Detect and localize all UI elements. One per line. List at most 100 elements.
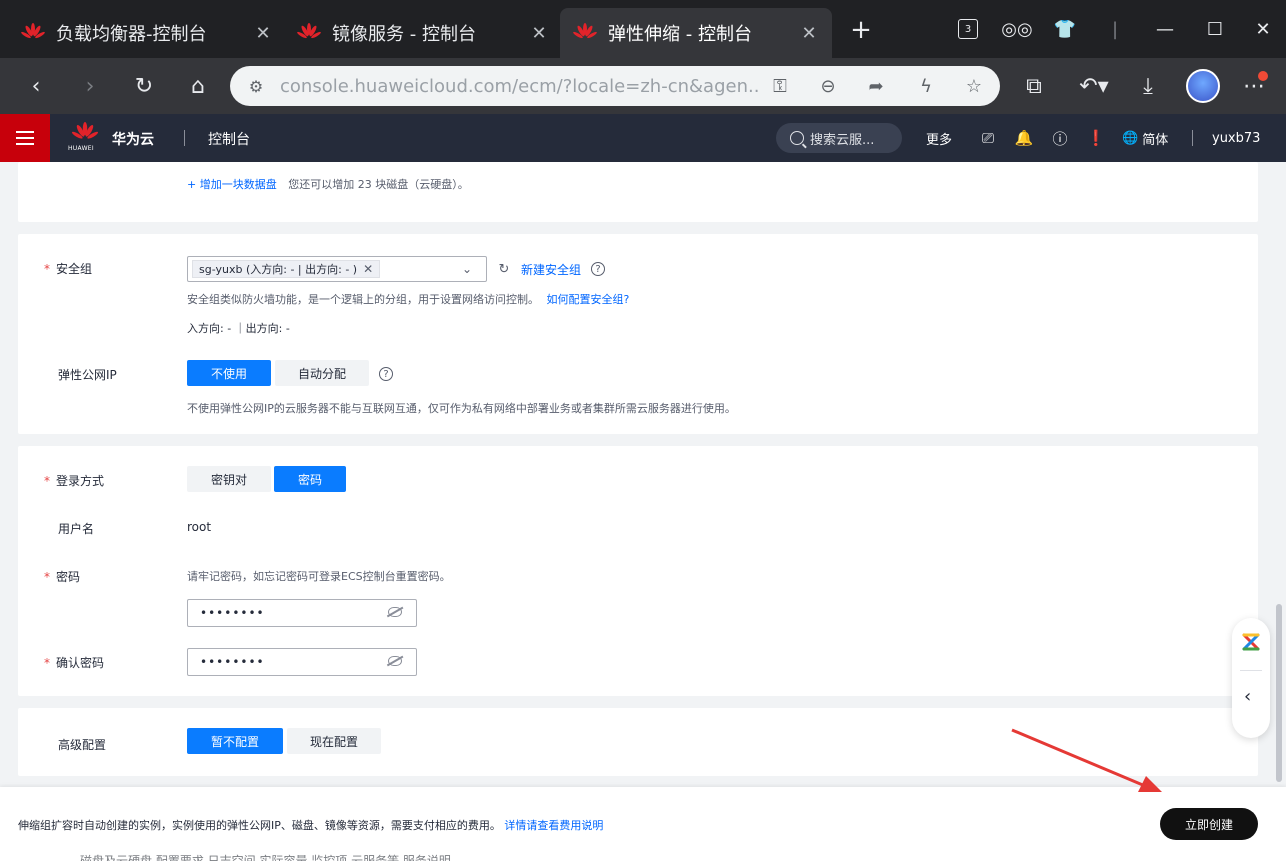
advanced-label: 高级配置: [58, 738, 107, 752]
divider: [184, 130, 185, 146]
advanced-card: 高级配置 暂不配置 现在配置: [18, 708, 1258, 776]
key-icon[interactable]: ⚿: [768, 74, 792, 98]
share-icon[interactable]: ➦: [864, 74, 888, 98]
security-group-label: * 安全组: [44, 262, 93, 276]
advanced-option-now[interactable]: 现在配置: [287, 728, 381, 754]
extensions-icon[interactable]: ⧉: [1020, 72, 1048, 100]
help-circle-icon[interactable]: ?: [591, 262, 605, 276]
security-group-chip: sg-yuxb (入方向: - | 出方向: - ) ✕: [192, 260, 381, 278]
security-group-desc: 安全组类似防火墙功能，是一个逻辑上的分组，用于设置网络访问控制。: [187, 293, 539, 306]
eye-hidden-icon[interactable]: [388, 656, 402, 666]
assistant-logo-icon[interactable]: [1241, 632, 1261, 652]
home-icon[interactable]: ⌂: [184, 72, 212, 100]
language-switch[interactable]: 🌐 简体: [1122, 128, 1168, 148]
bell-icon[interactable]: 🔔: [1014, 128, 1034, 148]
eip-label: 弹性公网IP: [58, 368, 117, 382]
help-icon[interactable]: ⓘ: [1050, 128, 1070, 148]
side-assistant-widget: ‹: [1232, 618, 1270, 738]
confirm-password-label: * 确认密码: [44, 656, 105, 670]
add-data-disk-link[interactable]: + 增加一块数据盘: [187, 178, 277, 191]
login-option-keypair[interactable]: 密钥对: [187, 466, 271, 492]
password-input[interactable]: ••••••••: [187, 599, 417, 627]
site-settings-icon[interactable]: ⚙: [246, 76, 266, 96]
brand-name[interactable]: 华为云: [112, 129, 154, 149]
close-tab-icon[interactable]: ✕: [528, 23, 550, 44]
scrollbar-thumb[interactable]: [1276, 604, 1282, 782]
tab-count-icon[interactable]: 3: [956, 14, 980, 44]
confirm-password-input[interactable]: ••••••••: [187, 648, 417, 676]
eye-hidden-icon[interactable]: [388, 607, 402, 617]
huawei-logo-icon: [20, 20, 46, 46]
browser-tab-elb[interactable]: 负载均衡器-控制台 ✕: [8, 8, 286, 58]
divider: [1240, 670, 1262, 671]
username-label: 用户名: [58, 522, 95, 536]
menu-hamburger-icon[interactable]: [0, 114, 50, 162]
tab-title: 负载均衡器-控制台: [56, 24, 207, 45]
lightning-icon[interactable]: ϟ: [914, 74, 938, 98]
search-box[interactable]: 搜索云服...: [776, 123, 902, 153]
incognito-icon[interactable]: ◎◎: [1001, 14, 1032, 44]
security-group-rules: 入方向: - ｜出方向: -: [187, 322, 290, 335]
url-text[interactable]: console.huaweicloud.com/ecm/?locale=zh-c…: [280, 76, 760, 97]
console-link[interactable]: 控制台: [208, 129, 250, 149]
user-menu[interactable]: yuxb73: [1212, 128, 1260, 148]
undo-dropdown-icon[interactable]: ↶▾: [1074, 72, 1114, 100]
refresh-icon[interactable]: ↻: [496, 261, 512, 277]
browser-tab-as[interactable]: 弹性伸缩 - 控制台 ✕: [560, 8, 832, 58]
create-now-button[interactable]: 立即创建: [1160, 808, 1258, 840]
fee-note: 伸缩组扩容时自动创建的实例，实例使用的弹性公网IP、磁盘、镜像等资源，需要支付相…: [18, 819, 604, 832]
remove-chip-icon[interactable]: ✕: [363, 262, 373, 276]
form-content: + 增加一块数据盘 您还可以增加 23 块磁盘（云硬盘）。 * 安全组 sg-yu…: [0, 162, 1274, 787]
huawei-logo-icon: [296, 20, 322, 46]
tab-title: 弹性伸缩 - 控制台: [608, 24, 752, 45]
forward-icon[interactable]: ›: [76, 72, 104, 100]
new-security-group-link[interactable]: 新建安全组: [521, 261, 581, 278]
download-icon[interactable]: ⤓: [1134, 72, 1162, 100]
eip-option-group: 不使用 自动分配: [187, 360, 369, 386]
advanced-option-skip[interactable]: 暂不配置: [187, 728, 283, 754]
back-icon[interactable]: ‹: [22, 72, 50, 100]
footer-bar: 伸缩组扩容时自动创建的实例，实例使用的弹性公网IP、磁盘、镜像等资源，需要支付相…: [0, 787, 1286, 861]
close-tab-icon[interactable]: ✕: [252, 23, 274, 44]
chevron-down-icon: ⌄: [461, 262, 472, 276]
help-circle-icon[interactable]: ?: [379, 367, 393, 381]
divider: [1192, 130, 1193, 146]
chevron-left-icon[interactable]: ‹: [1244, 686, 1251, 707]
profile-avatar[interactable]: [1186, 69, 1220, 103]
username-value: root: [187, 520, 212, 534]
eip-option-none[interactable]: 不使用: [187, 360, 271, 386]
console-header: HUAWEI 华为云 控制台 搜索云服... 更多 ⎚ 🔔 ⓘ ❗ 🌐 简体 y…: [0, 114, 1286, 162]
divider: |: [1111, 18, 1119, 40]
advanced-option-group: 暂不配置 现在配置: [187, 728, 381, 754]
tab-title: 镜像服务 - 控制台: [332, 24, 476, 45]
security-group-select[interactable]: sg-yuxb (入方向: - | 出方向: - ) ✕ ⌄: [187, 256, 487, 282]
login-mode-label: * 登录方式: [44, 474, 105, 488]
address-bar[interactable]: ⚙ console.huaweicloud.com/ecm/?locale=zh…: [230, 66, 1000, 106]
maximize-icon[interactable]: ☐: [1202, 14, 1228, 44]
zoom-out-icon[interactable]: ⊖: [816, 74, 840, 98]
bookmark-star-icon[interactable]: ☆: [962, 74, 986, 98]
browser-toolbar: ‹ › ↻ ⌂ ⚙ console.huaweicloud.com/ecm/?l…: [0, 58, 1286, 114]
close-tab-icon[interactable]: ✕: [798, 23, 820, 44]
feedback-icon[interactable]: ❗: [1086, 128, 1106, 148]
reload-icon[interactable]: ↻: [130, 72, 158, 100]
browser-tab-ims[interactable]: 镜像服务 - 控制台 ✕: [284, 8, 562, 58]
new-tab-plus-icon[interactable]: +: [848, 17, 874, 44]
terminal-icon[interactable]: ⎚: [978, 128, 998, 148]
fee-detail-link[interactable]: 详情请查看费用说明: [504, 819, 603, 832]
more-menu[interactable]: 更多: [926, 128, 952, 148]
eip-option-auto[interactable]: 自动分配: [275, 360, 369, 386]
password-label: * 密码: [44, 570, 81, 584]
login-option-password[interactable]: 密码: [274, 466, 346, 492]
minimize-icon[interactable]: —: [1152, 14, 1178, 44]
login-mode-group: 密钥对 密码: [187, 466, 346, 492]
search-icon: [790, 131, 804, 145]
eip-desc: 不使用弹性公网IP的云服务器不能与互联网互通，仅可作为私有网络中部署业务或者集群…: [187, 402, 736, 415]
shirt-theme-icon[interactable]: 👕: [1052, 14, 1078, 44]
close-window-icon[interactable]: ✕: [1250, 14, 1276, 44]
search-placeholder: 搜索云服...: [810, 132, 875, 148]
huawei-logo-icon[interactable]: HUAWEI: [68, 122, 100, 156]
notification-dot: [1258, 71, 1268, 81]
how-to-config-link[interactable]: 如何配置安全组?: [547, 293, 630, 306]
huawei-logo-icon: [572, 20, 598, 46]
